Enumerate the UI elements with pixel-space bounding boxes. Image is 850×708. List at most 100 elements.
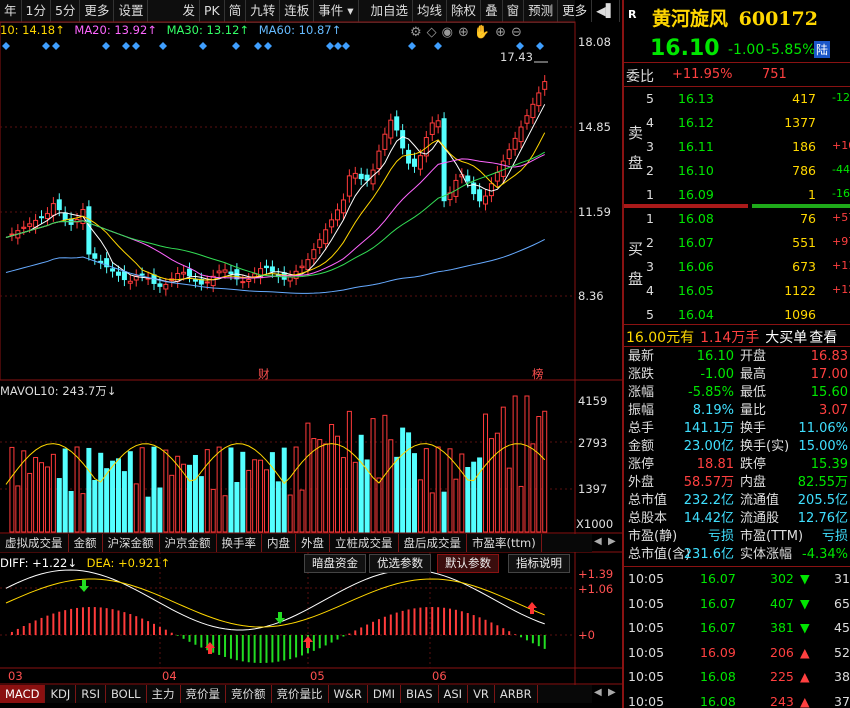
bottom-tabs-scroll-left-icon[interactable]: ◀ xyxy=(594,687,602,698)
level-price: 16.05 xyxy=(678,283,714,298)
optimized-params-button[interactable]: 优选参数 xyxy=(369,554,431,573)
quote-value: -1.00 xyxy=(700,367,734,382)
tab-afterhours-volume[interactable]: 盘后成交量 xyxy=(399,534,467,552)
level-price: 16.09 xyxy=(678,187,714,202)
macd-axis-label: +1.06 xyxy=(578,582,614,596)
tab-amount[interactable]: 金额 xyxy=(69,534,103,552)
quote-value: 11.06% xyxy=(798,421,848,436)
tab-asi[interactable]: ASI xyxy=(439,685,469,703)
indicator-tabs: MACD KDJ RSI BOLL 主力 竞价量 竞价额 竞价量比 W&R DM… xyxy=(0,685,592,703)
quote-label: 量比 xyxy=(740,403,767,418)
arrow-up-icon: ▲ xyxy=(800,644,810,660)
sell-level-row[interactable]: 5 16.13 417 -12 xyxy=(624,88,850,110)
tab-bias[interactable]: BIAS xyxy=(401,685,439,703)
level-volume: 76 xyxy=(800,211,816,226)
tab-dmi[interactable]: DMI xyxy=(368,685,402,703)
month-label: 04 xyxy=(162,669,177,683)
tick-volume: 206 xyxy=(770,644,794,660)
tabs-scroll-left-icon[interactable]: ◀ xyxy=(594,536,602,547)
buy-level-row[interactable]: 4 16.05 1122 +12 xyxy=(624,280,850,302)
chart-canvas[interactable] xyxy=(0,0,622,708)
tick-volume: 407 xyxy=(770,595,794,611)
tab-macd[interactable]: MACD xyxy=(0,685,46,703)
tab-pe-ttm[interactable]: 市盈率(ttm) xyxy=(467,534,542,552)
level-price: 16.10 xyxy=(678,163,714,178)
indicator-help-button[interactable]: 指标说明 xyxy=(508,554,570,573)
quote-label: 最新 xyxy=(628,349,655,364)
level-change: +112 xyxy=(832,259,850,272)
tab-auction-volume[interactable]: 竞价量 xyxy=(181,685,227,703)
level-price: 16.11 xyxy=(678,139,714,154)
level-number: 4 xyxy=(646,283,654,298)
quote-value: 15.39 xyxy=(810,457,848,472)
arrow-down-icon: ▼ xyxy=(800,595,810,611)
buy-level-row[interactable]: 1 16.08 76 +57 xyxy=(624,208,850,230)
stock-price: 16.10 xyxy=(650,36,720,61)
tab-kdj[interactable]: KDJ xyxy=(45,685,77,703)
tick-time: 10:05 xyxy=(628,620,665,635)
quote-value: 141.1万 xyxy=(683,421,734,436)
tab-boll[interactable]: BOLL xyxy=(106,685,147,703)
tab-hs-amount[interactable]: 沪深金额 xyxy=(103,534,160,552)
quote-row: 涨停 18.81 跌停 15.39 xyxy=(624,456,850,474)
level-volume: 1096 xyxy=(784,307,816,322)
level-change: +10 xyxy=(832,139,850,152)
price-axis-label: 18.08 xyxy=(578,35,611,49)
tab-auction-amount[interactable]: 竞价额 xyxy=(226,685,272,703)
buy-level-row[interactable]: 2 16.07 551 +97 xyxy=(624,232,850,254)
tab-inner[interactable]: 内盘 xyxy=(262,534,296,552)
volume-axis-label: 2793 xyxy=(578,436,608,450)
quote-value: 亏损 xyxy=(821,529,848,544)
tab-virtual-volume[interactable]: 虚拟成交量 xyxy=(0,534,69,552)
tick-row: 10:05 16.08 243 ▲ 37 xyxy=(624,691,850,708)
ranking-event-label: 榜 xyxy=(532,367,544,381)
tick-price: 16.08 xyxy=(700,669,736,684)
tab-arbr[interactable]: ARBR xyxy=(495,685,538,703)
bottom-tabs-scroll-right-icon[interactable]: ▶ xyxy=(608,687,616,698)
quote-row: 金额 23.00亿 换手(实) 15.00% xyxy=(624,438,850,456)
weibi-label: 委比 xyxy=(626,69,654,85)
tick-volume: 243 xyxy=(770,693,794,708)
tab-pile-volume[interactable]: 立桩成交量 xyxy=(330,534,399,552)
tabs-scroll-right-icon[interactable]: ▶ xyxy=(608,536,616,547)
big-order-view-link[interactable]: 查看 xyxy=(809,330,837,346)
tick-volume: 302 xyxy=(770,571,794,586)
tab-outer[interactable]: 外盘 xyxy=(296,534,330,552)
volume-legend: MAVOL10: 243.7万↓ xyxy=(0,384,117,398)
macd-legend: DIFF: +1.22↓ DEA: +0.921↑ xyxy=(0,556,170,570)
stock-name: 黄河旋风 xyxy=(652,8,729,30)
tab-wr[interactable]: W&R xyxy=(329,685,368,703)
buy-level-row[interactable]: 3 16.06 673 +112 xyxy=(624,256,850,278)
tab-auction-ratio[interactable]: 竞价量比 xyxy=(272,685,329,703)
level-change: +97 xyxy=(832,235,850,248)
tab-turnover[interactable]: 换手率 xyxy=(217,534,262,552)
level-volume: 673 xyxy=(792,259,816,274)
default-params-button[interactable]: 默认参数 xyxy=(437,554,499,573)
quote-label: 金额 xyxy=(628,439,655,454)
quote-row: 涨幅 -5.85% 最低 15.60 xyxy=(624,384,850,402)
level-change: -16 xyxy=(832,187,850,200)
tab-hj-amount[interactable]: 沪京金额 xyxy=(160,534,217,552)
sell-level-row[interactable]: 4 16.12 1377 xyxy=(624,112,850,134)
tab-vr[interactable]: VR xyxy=(468,685,495,703)
level-number: 2 xyxy=(646,163,654,178)
quote-label: 跌停 xyxy=(740,457,767,472)
chart-panel[interactable]: 年 1分 5分 更多 设置 发 PK 简 九转 连板 事件 ▾ 加自选 均线 除… xyxy=(0,0,622,708)
tab-main-force[interactable]: 主力 xyxy=(147,685,181,703)
quote-label: 最高 xyxy=(740,367,767,382)
dark-pool-button[interactable]: 暗盘资金 xyxy=(304,554,366,573)
sell-level-row[interactable]: 3 16.11 186 +10 xyxy=(624,136,850,158)
tab-rsi[interactable]: RSI xyxy=(76,685,106,703)
buy-level-row[interactable]: 5 16.04 1096 xyxy=(624,304,850,326)
high-marker-label: 17.43 xyxy=(500,50,533,64)
quote-row: 总股本 14.42亿 流通股 12.76亿 xyxy=(624,510,850,528)
quote-value: 82.55万 xyxy=(797,475,848,490)
finance-event-label: 财 xyxy=(258,367,270,381)
quote-label: 换手(实) xyxy=(740,439,790,454)
level-number: 5 xyxy=(646,91,654,106)
sell-level-row[interactable]: 1 16.09 1 -16 xyxy=(624,184,850,206)
macd-axis-label: +0 xyxy=(578,628,595,642)
volume-axis-label: 1397 xyxy=(578,482,608,496)
sell-level-row[interactable]: 2 16.10 786 -44 xyxy=(624,160,850,182)
quote-label: 总手 xyxy=(628,421,655,436)
